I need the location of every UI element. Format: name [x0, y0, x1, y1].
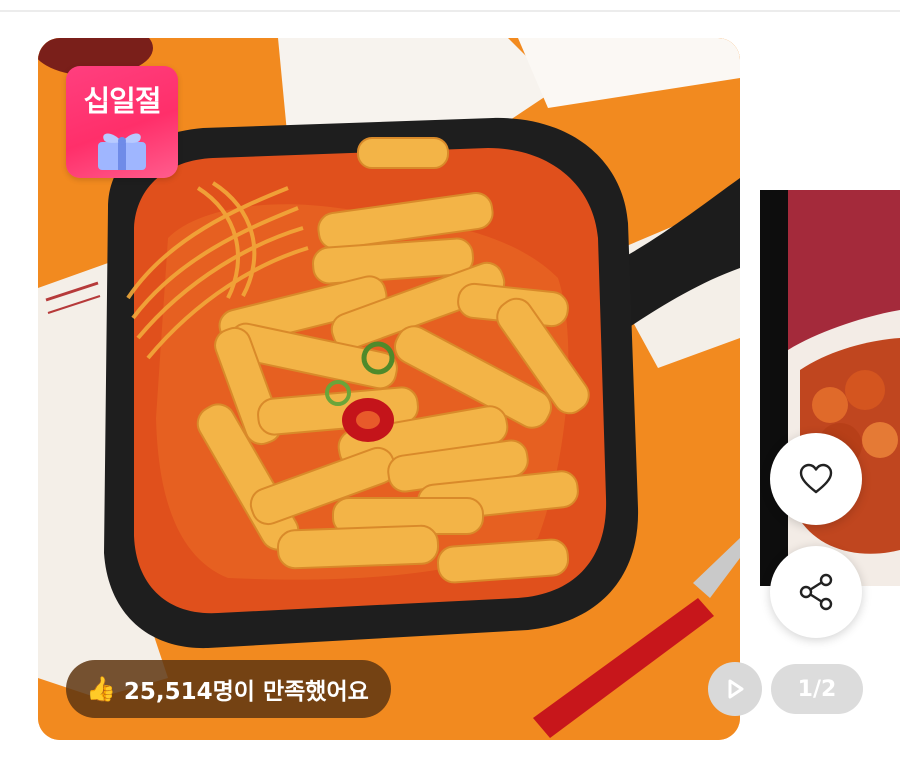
share-button[interactable]	[770, 546, 862, 638]
gift-icon	[98, 133, 146, 170]
like-button[interactable]	[770, 433, 862, 525]
page-counter-text: 1/2	[797, 676, 837, 702]
play-icon	[728, 679, 744, 699]
event-badge: 십일절	[66, 66, 178, 178]
product-image-card[interactable]: 십일절 👍 25,514명이 만족했어요	[38, 38, 740, 740]
next-product-image[interactable]	[760, 190, 900, 586]
page-counter: 1/2	[771, 664, 863, 714]
satisfaction-text: 25,514명이 만족했어요	[123, 679, 369, 705]
share-icon	[799, 573, 833, 611]
top-divider	[0, 10, 900, 12]
thumbs-up-icon: 👍	[86, 675, 116, 703]
event-badge-label: 십일절	[83, 84, 161, 118]
heart-icon	[799, 463, 833, 494]
satisfaction-badge: 👍 25,514명이 만족했어요	[66, 660, 391, 718]
next-product-photo	[760, 190, 900, 586]
play-button[interactable]	[708, 662, 762, 716]
